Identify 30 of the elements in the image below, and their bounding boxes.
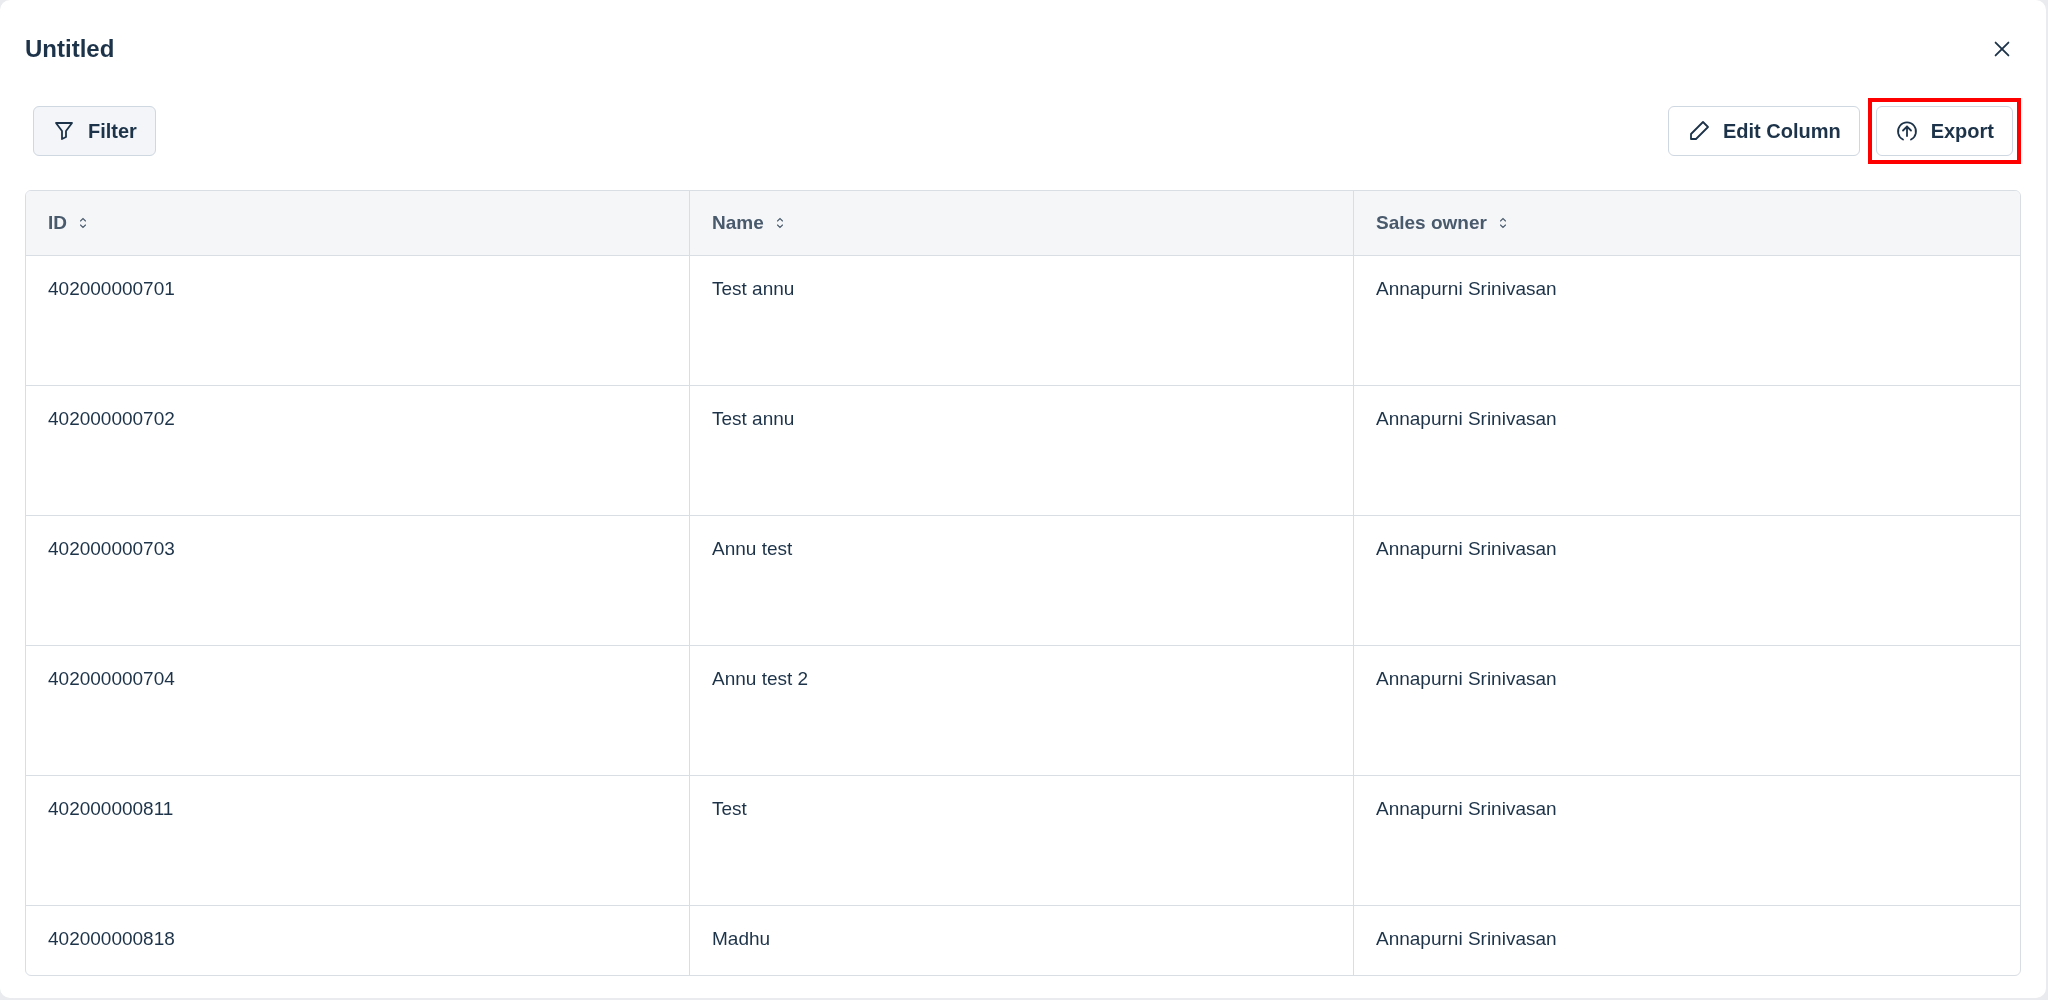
table-cell: 402000000701 — [26, 256, 690, 385]
table-cell: Test annu — [690, 386, 1354, 515]
column-header-label: ID — [48, 212, 67, 234]
column-header[interactable]: Sales owner — [1354, 191, 2020, 255]
export-button[interactable]: Export — [1875, 106, 2013, 156]
table-cell-text: Annapurni Srinivasan — [1375, 797, 1558, 821]
column-header-label: Sales owner — [1376, 212, 1487, 234]
column-header[interactable]: ID — [26, 191, 690, 255]
table-cell-text: Annapurni Srinivasan — [1375, 277, 1558, 301]
column-header-label: Name — [712, 212, 764, 234]
upload-icon — [1894, 119, 1919, 143]
table-cell: Annu test 2 — [690, 646, 1354, 775]
table-cell: Test annu — [690, 256, 1354, 385]
edit-button[interactable]: Edit Column — [1667, 106, 1860, 156]
table-cell: Test — [690, 776, 1354, 905]
dialog-title: Untitled — [25, 35, 115, 63]
filter-icon — [52, 119, 76, 143]
table-cell: 402000000811 — [26, 776, 690, 905]
table-cell-text: Annapurni Srinivasan — [1375, 927, 1558, 951]
table-cell-text: Annapurni Srinivasan — [1375, 537, 1558, 561]
table-cell: Annu test — [690, 516, 1354, 645]
table-cell: 402000000818 — [26, 906, 690, 975]
table-cell-text: Annapurni Srinivasan — [1375, 407, 1558, 431]
table-cell-text: Annapurni Srinivasan — [1375, 667, 1558, 691]
filter-button[interactable]: Filter — [33, 106, 156, 156]
table-cell: 402000000703 — [26, 516, 690, 645]
column-header[interactable]: Name — [690, 191, 1354, 255]
table-cell: 402000000702 — [26, 386, 690, 515]
table-cell: Madhu — [690, 906, 1354, 975]
table-cell: 402000000704 — [26, 646, 690, 775]
